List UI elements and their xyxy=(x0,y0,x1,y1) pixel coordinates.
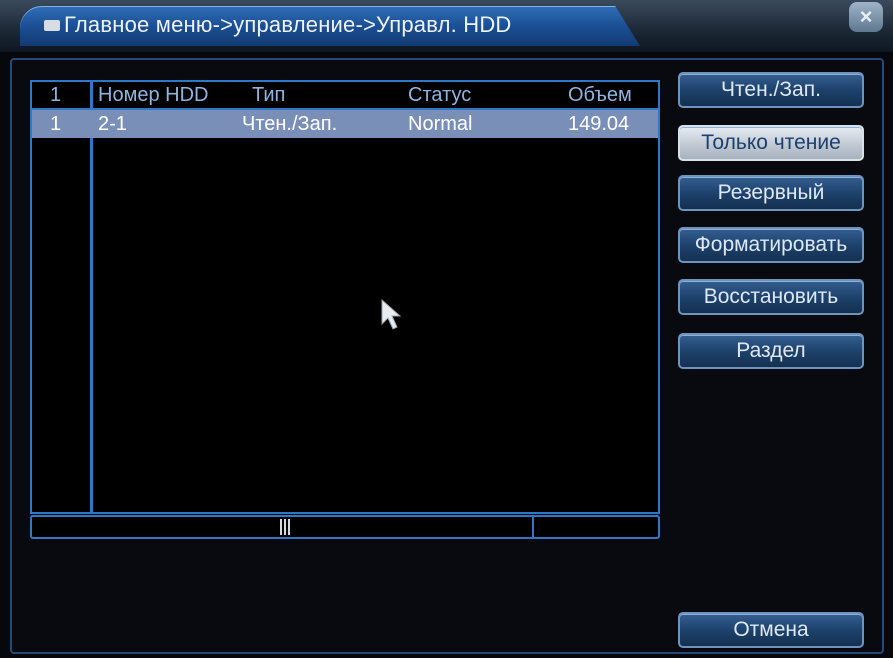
column-separator xyxy=(90,82,93,512)
header-index: 1 xyxy=(50,84,62,106)
recover-button[interactable]: Восстановить xyxy=(678,279,864,315)
horizontal-scrollbar[interactable] xyxy=(30,515,660,539)
redundant-button[interactable]: Резервный xyxy=(678,175,864,211)
row-capacity: 149.04 xyxy=(568,113,630,135)
partition-button[interactable]: Раздел xyxy=(678,333,864,369)
row-status: Normal xyxy=(408,113,473,135)
mouse-cursor-icon xyxy=(381,298,402,330)
read-write-button[interactable]: Чтен./Зап. xyxy=(678,72,864,108)
scrollbar-thumb[interactable] xyxy=(280,519,290,535)
title-bar: Главное меню->управление->Управл. HDD × xyxy=(0,0,893,52)
header-status[interactable]: Статус xyxy=(408,82,548,108)
table-header: 1 Номер HDD Тип Статус Объем xyxy=(32,82,658,110)
scrollbar-divider xyxy=(532,517,534,537)
header-type[interactable]: Тип xyxy=(252,82,402,108)
row-hdd-number: 2-1 xyxy=(98,113,127,135)
row-type: Чтен./Зап. xyxy=(242,113,338,135)
read-only-button[interactable]: Только чтение xyxy=(678,125,864,161)
hdd-icon xyxy=(44,20,60,31)
cancel-button[interactable]: Отмена xyxy=(678,612,864,648)
hdd-table: 1 Номер HDD Тип Статус Объем 1 2-1 Чтен.… xyxy=(30,80,660,514)
header-hdd-number[interactable]: Номер HDD xyxy=(98,82,248,108)
header-capacity[interactable]: Объем xyxy=(568,82,654,108)
row-index: 1 xyxy=(50,113,62,135)
close-icon[interactable]: × xyxy=(849,2,883,32)
page-title: Главное меню->управление->Управл. HDD xyxy=(64,12,512,37)
format-button[interactable]: Форматировать xyxy=(678,227,864,263)
table-row[interactable]: 1 2-1 Чтен./Зап. Normal 149.04 xyxy=(32,110,658,138)
